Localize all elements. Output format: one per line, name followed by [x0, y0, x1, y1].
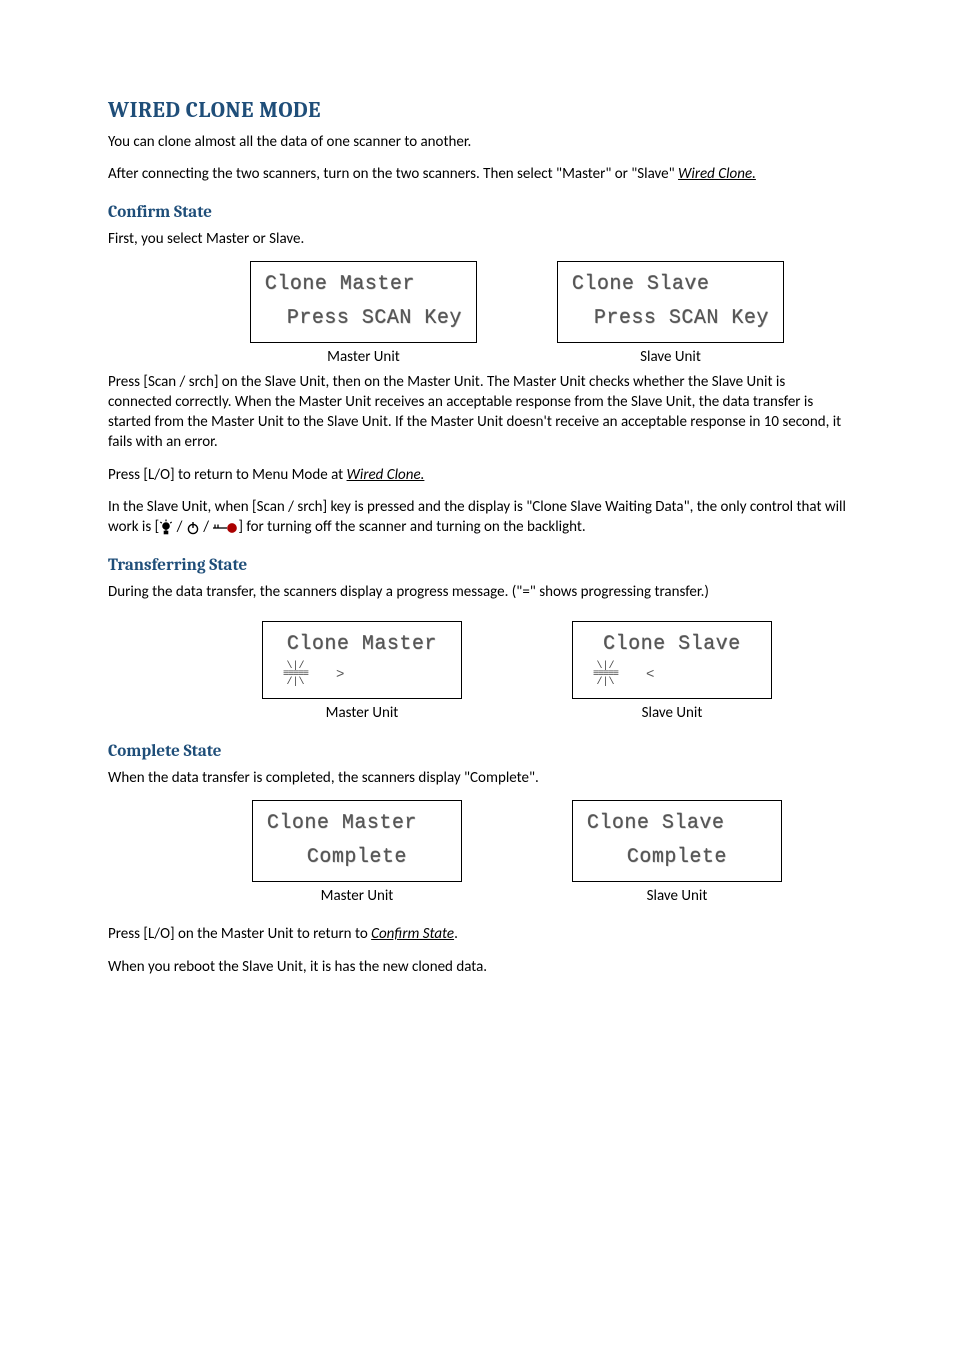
press-lo-para: Press [L/O] to return to Menu Mode at Wi… — [108, 465, 846, 485]
complete-body: When the data transfer is completed, the… — [108, 768, 846, 788]
caption-master: Master Unit — [326, 703, 399, 723]
press-lo-text: Press [L/O] to return to Menu Mode at — [108, 466, 347, 484]
intro-para-2-text: After connecting the two scanners, turn … — [108, 165, 678, 183]
press-lo-master-para: Press [L/O] on the Master Unit to return… — [108, 924, 846, 944]
lock-key-icon — [212, 521, 238, 535]
confirm-slave-col: Clone Slave Press SCAN Key Slave Unit — [557, 261, 784, 367]
confirm-master-col: Clone Master Press SCAN Key Master Unit — [250, 261, 477, 367]
confirm-state-link[interactable]: Confirm State — [371, 925, 454, 943]
lcd-text: Press SCAN Key — [265, 308, 462, 330]
icon-separator: / — [200, 518, 213, 536]
page-title: WIRED CLONE MODE — [108, 96, 846, 126]
progress-row: \|/ ≡≡≡≡≡ /|\ > — [277, 661, 447, 689]
document-page: WIRED CLONE MODE You can clone almost al… — [0, 0, 954, 1350]
caption-master: Master Unit — [321, 886, 394, 906]
press-lo-master-a: Press [L/O] on the Master Unit to return… — [108, 925, 371, 943]
confirm-body: Press [Scan / srch] on the Slave Unit, t… — [108, 372, 846, 453]
transferring-heading: Transferring State — [108, 555, 846, 578]
arrow-right-icon: > — [336, 666, 345, 685]
lcd-complete-slave: Clone Slave Complete — [572, 800, 782, 882]
lcd-text: Complete — [587, 847, 767, 869]
progress-bar-icon: \|/ ≡≡≡≡≡ /|\ — [593, 663, 618, 687]
arrow-left-icon: < — [646, 666, 655, 685]
transfer-slave-col: Clone Slave \|/ ≡≡≡≡≡ /|\ < Slave Unit — [572, 621, 772, 723]
lcd-text: Complete — [267, 847, 447, 869]
confirm-screens-row: Clone Master Press SCAN Key Master Unit … — [108, 261, 886, 367]
lcd-confirm-master: Clone Master Press SCAN Key — [250, 261, 477, 343]
transfer-master-col: Clone Master \|/ ≡≡≡≡≡ /|\ > Master Unit — [262, 621, 462, 723]
lcd-text: Clone Slave — [572, 274, 769, 296]
complete-heading: Complete State — [108, 741, 846, 764]
caption-slave: Slave Unit — [640, 347, 701, 367]
complete-screens-row: Clone Master Complete Master Unit Clone … — [108, 800, 886, 906]
icon-separator: / — [173, 518, 186, 536]
progress-bar-icon: \|/ ≡≡≡≡≡ /|\ — [283, 663, 308, 687]
power-icon — [186, 521, 200, 535]
lcd-text: Clone Master — [267, 813, 447, 835]
sun-bot: /|\ — [597, 679, 615, 687]
lcd-text: Press SCAN Key — [572, 308, 769, 330]
lcd-transfer-slave: Clone Slave \|/ ≡≡≡≡≡ /|\ < — [572, 621, 772, 699]
intro-para-1: You can clone almost all the data of one… — [108, 132, 846, 152]
caption-master: Master Unit — [327, 347, 400, 367]
lcd-text: Clone Master — [277, 634, 447, 656]
sun-bot: /|\ — [287, 679, 305, 687]
slave-wait-para: In the Slave Unit, when [Scan / srch] ke… — [108, 497, 846, 538]
caption-slave: Slave Unit — [642, 703, 703, 723]
lcd-text: Clone Slave — [587, 813, 767, 835]
transfer-screens-row: Clone Master \|/ ≡≡≡≡≡ /|\ > Master Unit… — [108, 621, 886, 723]
complete-slave-col: Clone Slave Complete Slave Unit — [572, 800, 782, 906]
lcd-text: Clone Master — [265, 274, 462, 296]
intro-para-2: After connecting the two scanners, turn … — [108, 164, 846, 184]
lcd-transfer-master: Clone Master \|/ ≡≡≡≡≡ /|\ > — [262, 621, 462, 699]
progress-row: \|/ ≡≡≡≡≡ /|\ < — [587, 661, 757, 689]
press-lo-master-b: . — [454, 925, 458, 943]
lcd-text: Clone Slave — [587, 634, 757, 656]
lcd-confirm-slave: Clone Slave Press SCAN Key — [557, 261, 784, 343]
wired-clone-link-2[interactable]: Wired Clone. — [347, 466, 425, 484]
confirm-first-line: First, you select Master or Slave. — [108, 229, 846, 249]
bulb-icon — [159, 519, 173, 535]
confirm-state-heading: Confirm State — [108, 202, 846, 225]
reboot-para: When you reboot the Slave Unit, it is ha… — [108, 957, 846, 977]
complete-master-col: Clone Master Complete Master Unit — [252, 800, 462, 906]
lcd-complete-master: Clone Master Complete — [252, 800, 462, 882]
slave-wait-b: ] for turning off the scanner and turnin… — [238, 518, 585, 536]
wired-clone-link[interactable]: Wired Clone. — [678, 165, 756, 183]
caption-slave: Slave Unit — [647, 886, 708, 906]
transferring-body: During the data transfer, the scanners d… — [108, 582, 846, 602]
